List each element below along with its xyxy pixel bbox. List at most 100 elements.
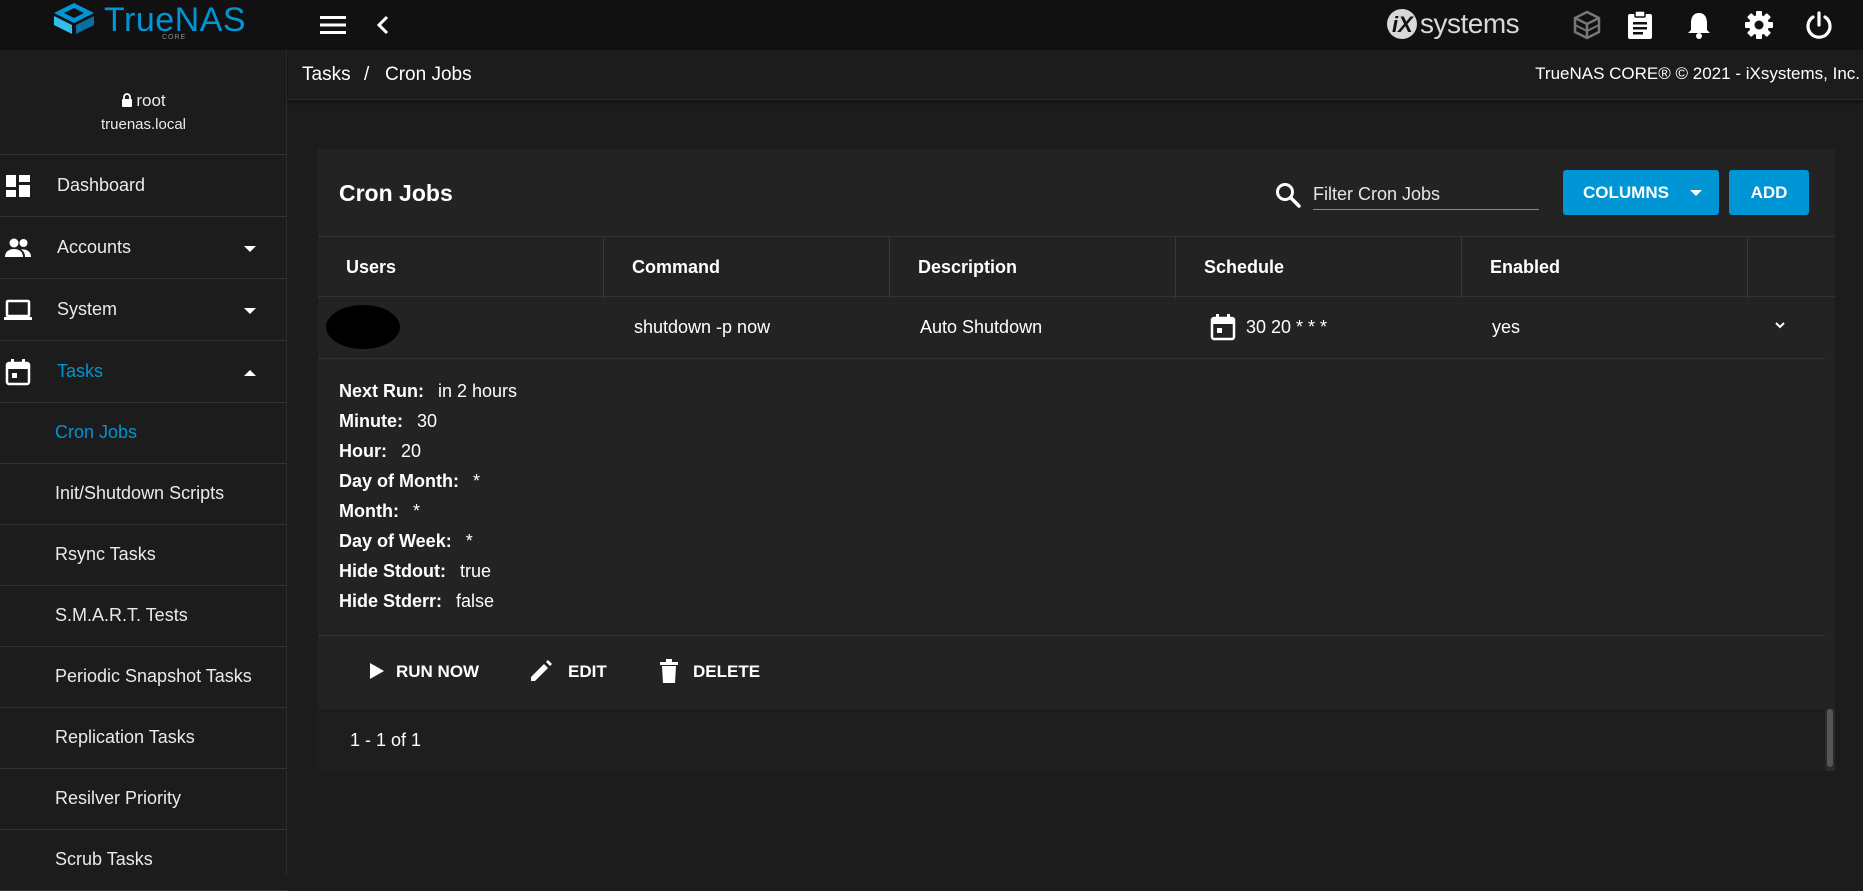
edit-label: EDIT bbox=[568, 662, 607, 681]
sidebar-item-dashboard[interactable]: Dashboard bbox=[0, 155, 287, 217]
truenas-logo-icon bbox=[54, 3, 94, 34]
detail-value: * bbox=[412, 501, 420, 521]
pagination-text: 1 - 1 of 1 bbox=[350, 730, 422, 750]
columns-button[interactable]: COLUMNS bbox=[1563, 170, 1719, 215]
column-header-enabled[interactable]: Enabled bbox=[1462, 237, 1748, 298]
sidebar-subitem-init-shutdown-scripts[interactable]: Init/Shutdown Scripts bbox=[0, 464, 287, 525]
sidebar-subitem-rsync-tasks[interactable]: Rsync Tasks bbox=[0, 525, 287, 586]
system-icon bbox=[4, 299, 32, 320]
detail-value: * bbox=[465, 531, 473, 551]
column-header-description[interactable]: Description bbox=[890, 237, 1176, 298]
redacted-user bbox=[326, 305, 400, 349]
chevron-down-icon[interactable] bbox=[1768, 313, 1792, 337]
detail-key: Next Run: bbox=[339, 381, 424, 401]
sidebar-subitem-periodic-snapshot-tasks[interactable]: Periodic Snapshot Tasks bbox=[0, 647, 287, 708]
sidebar-subitem-label: Rsync Tasks bbox=[55, 544, 156, 564]
search-icon bbox=[1276, 183, 1301, 208]
scrollbar[interactable] bbox=[1825, 709, 1835, 771]
sidebar-subitem-replication-tasks[interactable]: Replication Tasks bbox=[0, 708, 287, 769]
detail-key: Hide Stderr: bbox=[339, 591, 443, 611]
sidebar-subitem-label: Periodic Snapshot Tasks bbox=[55, 666, 252, 686]
accounts-icon bbox=[5, 238, 31, 257]
sidebar-subitem-label: Init/Shutdown Scripts bbox=[55, 483, 225, 503]
detail-value: true bbox=[459, 561, 492, 581]
breadcrumb-parent[interactable]: Tasks bbox=[302, 64, 351, 86]
cell-command: shutdown -p now bbox=[634, 317, 771, 337]
cell-enabled: yes bbox=[1492, 317, 1521, 337]
back-icon bbox=[376, 15, 389, 35]
sidebar-item-system[interactable]: System bbox=[0, 279, 287, 341]
column-header-label: Command bbox=[632, 257, 721, 277]
user-name: root bbox=[136, 91, 166, 110]
table-footer: 1 - 1 of 1 bbox=[318, 709, 1825, 771]
add-button[interactable]: ADD bbox=[1729, 170, 1809, 215]
column-header-command[interactable]: Command bbox=[604, 237, 890, 298]
detail-key: Day of Week: bbox=[339, 531, 452, 551]
run-now-button[interactable]: RUN NOW bbox=[362, 651, 482, 691]
detail-next-run: Next Run: in 2 hours bbox=[339, 381, 517, 405]
column-header-schedule[interactable]: Schedule bbox=[1176, 237, 1462, 298]
collapse-sidebar-button[interactable] bbox=[364, 6, 402, 44]
sidebar-item-accounts[interactable]: Accounts bbox=[0, 217, 287, 279]
sidebar-subitem-label: Resilver Priority bbox=[55, 788, 182, 808]
power-button[interactable] bbox=[1800, 6, 1838, 44]
play-icon bbox=[370, 663, 384, 679]
sidebar-subitem-label: Scrub Tasks bbox=[55, 849, 153, 869]
truecommand-icon bbox=[1573, 10, 1601, 40]
sidebar-subitem-resilver-priority[interactable]: Resilver Priority bbox=[0, 769, 287, 830]
table-row[interactable]: shutdown -p now Auto Shutdown 30 20 * * … bbox=[318, 297, 1825, 359]
table-header: Users Command Description Schedule Enabl… bbox=[318, 236, 1835, 298]
notifications-icon bbox=[1688, 13, 1710, 39]
detail-minute: Minute: 30 bbox=[339, 411, 437, 435]
detail-value: 30 bbox=[416, 411, 438, 431]
column-header-label: Users bbox=[346, 257, 397, 277]
detail-key: Hour: bbox=[339, 441, 387, 461]
menu-icon bbox=[320, 16, 346, 34]
card-header: Cron Jobs COLUMNS ADD bbox=[318, 149, 1835, 236]
pencil-icon bbox=[531, 660, 552, 681]
breadcrumb-current: Cron Jobs bbox=[385, 64, 472, 85]
copyright-text: TrueNAS CORE® © 2021 - iXsystems, Inc. bbox=[1535, 64, 1860, 83]
detail-value: 20 bbox=[401, 441, 422, 461]
column-header-label: Description bbox=[918, 257, 1018, 277]
sidebar-subitem-cron-jobs[interactable]: Cron Jobs bbox=[0, 403, 287, 464]
settings-button[interactable] bbox=[1740, 6, 1778, 44]
sidebar-subitem-scrub-tasks[interactable]: Scrub Tasks bbox=[0, 830, 287, 891]
detail-value: in 2 hours bbox=[438, 381, 518, 401]
detail-month: Month: * bbox=[339, 501, 420, 525]
column-header-label: Schedule bbox=[1204, 257, 1285, 277]
scrollbar-thumb[interactable] bbox=[1827, 709, 1833, 767]
delete-button[interactable]: DELETE bbox=[655, 651, 765, 691]
column-header-users[interactable]: Users bbox=[318, 237, 604, 298]
page-title: Cron Jobs bbox=[339, 180, 453, 206]
power-icon bbox=[1806, 11, 1832, 39]
top-bar: TrueNAS CORE iX systems bbox=[0, 0, 1863, 50]
chevron-up-icon bbox=[244, 370, 256, 376]
task-manager-button[interactable] bbox=[1621, 6, 1659, 44]
logo-subtext: CORE bbox=[162, 34, 187, 41]
user-info: root truenas.local bbox=[0, 50, 287, 155]
tasks-icon bbox=[5, 359, 31, 386]
menu-button[interactable] bbox=[314, 6, 352, 44]
filter-input[interactable] bbox=[1313, 180, 1539, 210]
truenas-logo[interactable]: TrueNAS CORE bbox=[50, 1, 246, 45]
detail-value: false bbox=[456, 591, 495, 611]
cron-jobs-card: Cron Jobs COLUMNS ADD Users Command Desc… bbox=[318, 149, 1835, 771]
sidebar-subitem-smart-tests[interactable]: S.M.A.R.T. Tests bbox=[0, 586, 287, 647]
truecommand-button[interactable] bbox=[1568, 6, 1606, 44]
edit-button[interactable]: EDIT bbox=[527, 651, 607, 691]
calendar-icon bbox=[1210, 314, 1236, 341]
lock-icon bbox=[122, 93, 133, 107]
sidebar-item-tasks[interactable]: Tasks bbox=[0, 341, 287, 403]
run-now-label: RUN NOW bbox=[396, 662, 480, 681]
divider bbox=[318, 635, 1825, 636]
detail-day-of-month: Day of Month: * bbox=[339, 471, 480, 495]
sidebar-item-label: Tasks bbox=[57, 361, 104, 381]
detail-value: * bbox=[472, 471, 480, 491]
ixsystems-logo[interactable]: iX systems bbox=[1384, 6, 1534, 42]
breadcrumb: Tasks / Cron Jobs TrueNAS CORE® © 2021 -… bbox=[288, 50, 1863, 100]
vendor-logo-text: systems bbox=[1420, 8, 1520, 39]
column-header-label: Enabled bbox=[1490, 257, 1561, 277]
notifications-button[interactable] bbox=[1680, 6, 1718, 44]
cell-schedule: 30 20 * * * bbox=[1246, 317, 1328, 337]
